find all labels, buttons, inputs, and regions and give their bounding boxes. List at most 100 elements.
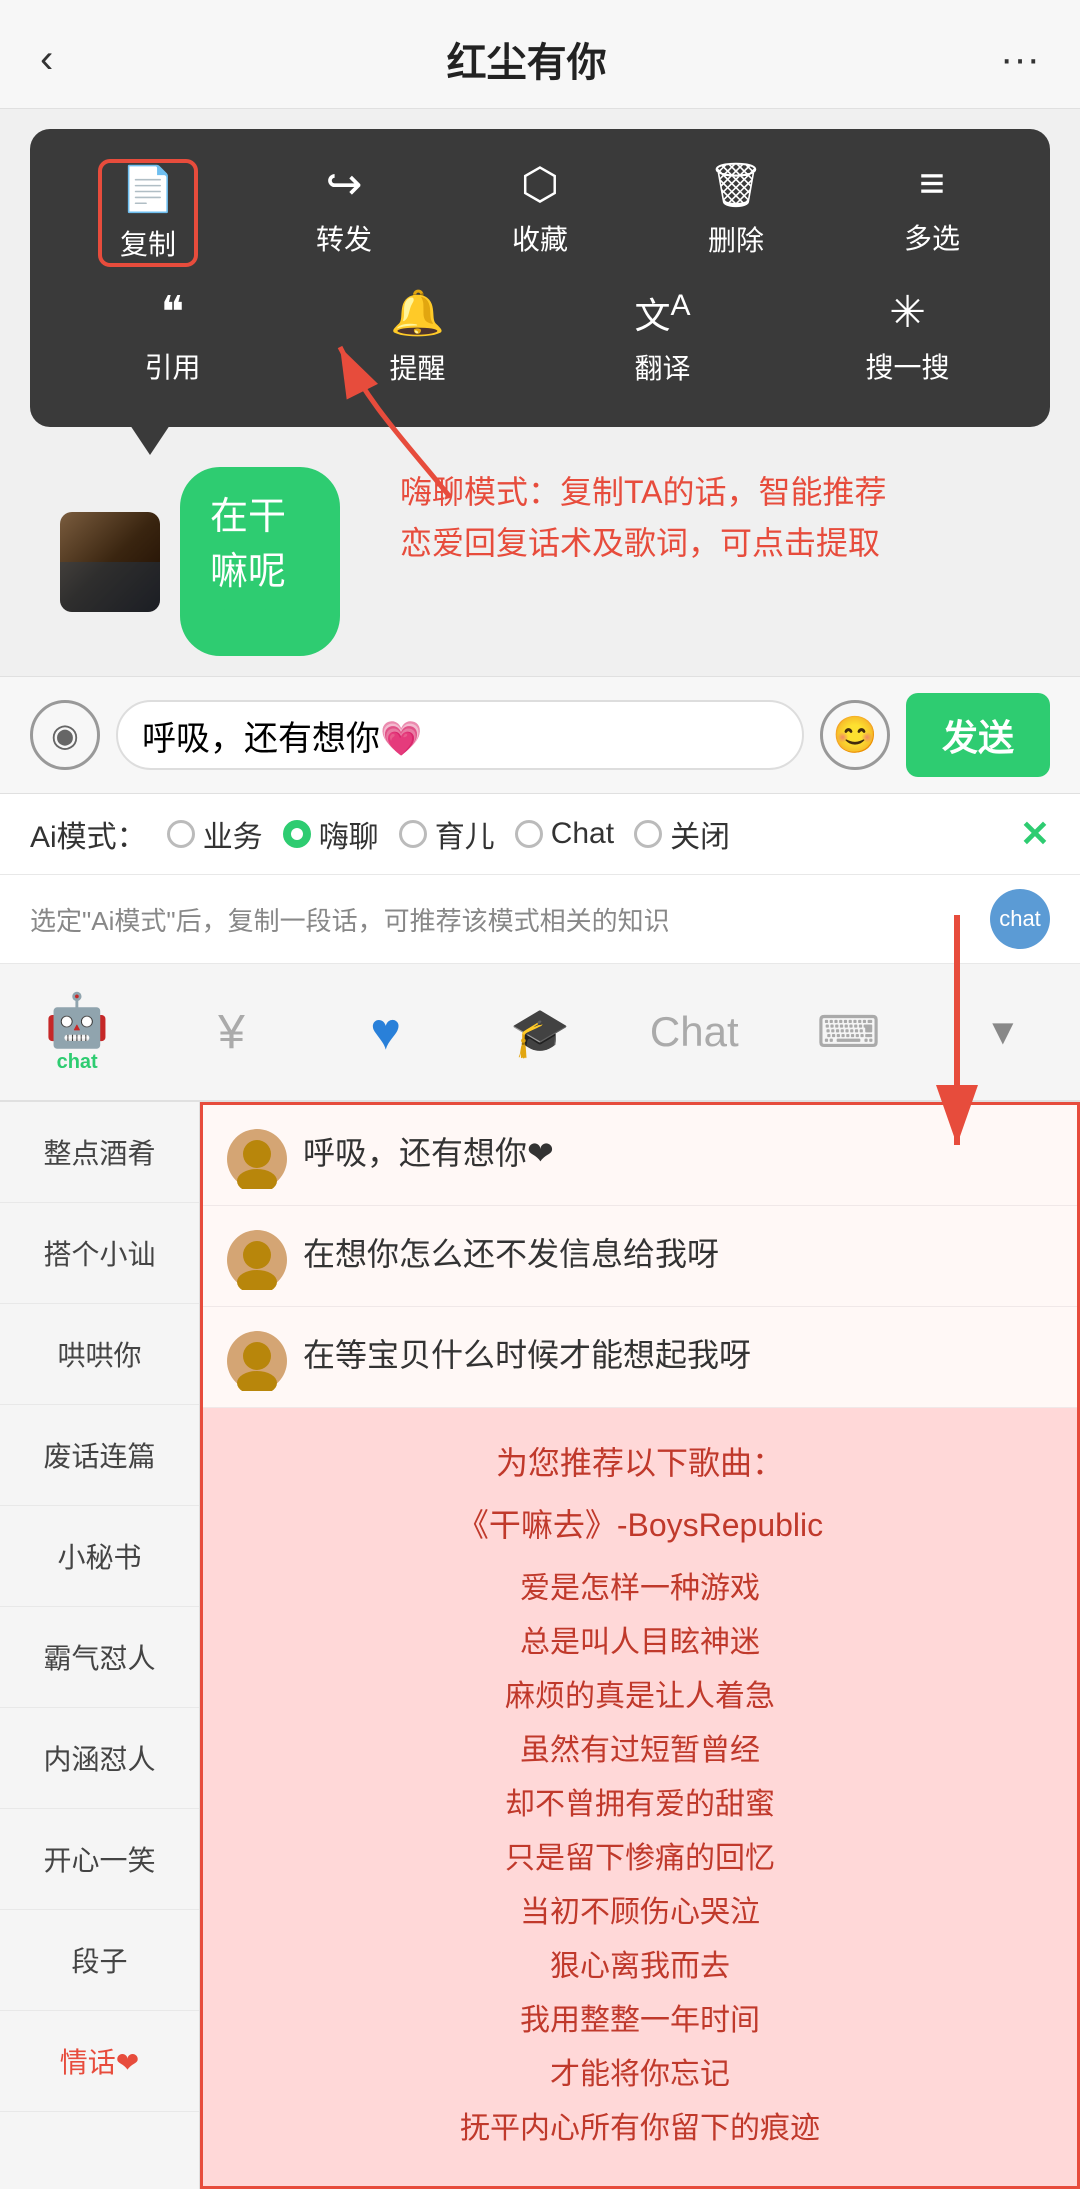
sidebar-item-3[interactable]: 废话连篇: [0, 1405, 199, 1506]
toolbar-robot[interactable]: 🤖 chat: [0, 980, 154, 1084]
lyric-5: 只是留下惨痛的回忆: [233, 1832, 1047, 1886]
lyric-2: 麻烦的真是让人着急: [233, 1670, 1047, 1724]
online-dot-2: [261, 608, 281, 628]
toolbar-dropdown[interactable]: ▼: [926, 1001, 1080, 1063]
radio-close[interactable]: 关闭: [634, 812, 730, 856]
info-chat-icon[interactable]: chat: [990, 889, 1050, 949]
emoji-button[interactable]: 😊: [820, 700, 890, 770]
radio-label-chat: Chat: [551, 817, 614, 851]
collect-label: 收藏: [512, 218, 568, 258]
toolbar-chat-text[interactable]: Chat: [617, 998, 771, 1066]
radio-circle-yewu: [167, 820, 195, 848]
sidebar-item-0[interactable]: 整点酒肴: [0, 1102, 199, 1203]
toolbar: 🤖 chat ¥ ♥ 🎓 Chat ⌨ ▼: [0, 964, 1080, 1102]
collect-menu-item[interactable]: ⬡ 收藏: [490, 159, 590, 267]
copy-icon: 📄: [121, 163, 176, 215]
radio-yewu[interactable]: 业务: [167, 812, 263, 856]
collect-icon: ⬡: [521, 159, 559, 210]
annotation-text: 嗨聊模式：复制TA的话，智能推荐 恋爱回复话术及歌词，可点击提取: [400, 467, 1060, 569]
response-avatar-1: [227, 1230, 287, 1290]
sidebar-item-1[interactable]: 搭个小讪: [0, 1203, 199, 1304]
info-bar: 选定"Ai模式"后，复制一段话，可推荐该模式相关的知识 chat: [0, 875, 1080, 964]
radio-label-close: 关闭: [670, 812, 730, 856]
chat-area: 在干嘛呢: [30, 447, 370, 676]
search-menu-item[interactable]: ✳ 搜一搜: [858, 287, 958, 387]
lyric-6: 当初不顾伤心哭泣: [233, 1886, 1047, 1940]
send-button[interactable]: 发送: [906, 693, 1050, 777]
voice-icon: ◉: [51, 716, 79, 754]
ai-close-button[interactable]: ✕: [1020, 813, 1050, 855]
voice-button[interactable]: ◉: [30, 700, 100, 770]
toolbar-graduate[interactable]: 🎓: [463, 994, 617, 1071]
header: ‹ 红尘有你 ···: [0, 0, 1080, 109]
response-item-0[interactable]: 呼吸，还有想你❤: [203, 1105, 1077, 1206]
toolbar-money[interactable]: ¥: [154, 995, 308, 1070]
search-label: 搜一搜: [865, 346, 949, 386]
copy-label: 复制: [120, 223, 176, 263]
lyric-9: 才能将你忘记: [233, 2048, 1047, 2102]
sidebar-item-6[interactable]: 内涵怼人: [0, 1708, 199, 1809]
response-item-1[interactable]: 在想你怎么还不发信息给我呀: [203, 1206, 1077, 1307]
main-content: 整点酒肴 搭个小讪 哄哄你 废话连篇 小秘书 霸气怼人 内涵怼人 开心一笑 段子…: [0, 1102, 1080, 2189]
input-area: ◉ 😊 发送: [0, 676, 1080, 794]
sidebar-item-7[interactable]: 开心一笑: [0, 1809, 199, 1910]
sidebar-item-2[interactable]: 哄哄你: [0, 1304, 199, 1405]
song-intro: 为您推荐以下歌曲：: [233, 1438, 1047, 1484]
sidebar: 整点酒肴 搭个小讪 哄哄你 废话连篇 小秘书 霸气怼人 内涵怼人 开心一笑 段子…: [0, 1102, 200, 2189]
radio-chat[interactable]: Chat: [515, 817, 614, 851]
quote-label: 引用: [144, 346, 200, 386]
chat-icon-label: chat: [999, 906, 1041, 932]
dropdown-icon: ▼: [985, 1011, 1021, 1053]
copy-menu-item[interactable]: 📄 复制: [98, 159, 198, 267]
translate-label: 翻译: [634, 347, 690, 387]
lyric-3: 虽然有过短暂曾经: [233, 1724, 1047, 1778]
ai-mode-bar: Ai模式： 业务 嗨聊 育儿 Chat 关闭 ✕: [0, 794, 1080, 875]
ai-mode-label: Ai模式：: [30, 812, 147, 856]
translate-menu-item[interactable]: 文A 翻译: [613, 287, 713, 387]
response-item-2[interactable]: 在等宝贝什么时候才能想起我呀: [203, 1307, 1077, 1408]
toolbar-keyboard[interactable]: ⌨: [771, 997, 925, 1068]
remind-label: 提醒: [389, 347, 445, 387]
delete-icon: 🗑: [708, 159, 764, 211]
response-text-1: 在想你怎么还不发信息给我呀: [303, 1230, 1053, 1278]
forward-icon: ↪: [326, 159, 363, 210]
context-menu: 📄 复制 ↪ 转发 ⬡ 收藏 🗑 删除 ≡ 多选 ❝ 引用 🔔 提醒 文A: [30, 129, 1050, 427]
toolbar-heart[interactable]: ♥: [309, 992, 463, 1072]
multiselect-menu-item[interactable]: ≡ 多选: [882, 159, 982, 267]
response-text-0: 呼吸，还有想你❤: [303, 1129, 1053, 1177]
sidebar-item-4[interactable]: 小秘书: [0, 1506, 199, 1607]
radio-label-yuer: 育儿: [435, 812, 495, 856]
radio-yuer[interactable]: 育儿: [399, 812, 495, 856]
lyric-8: 我用整整一年时间: [233, 1994, 1047, 2048]
response-text-2: 在等宝贝什么时候才能想起我呀: [303, 1331, 1053, 1379]
quote-menu-item[interactable]: ❝ 引用: [123, 287, 223, 387]
sidebar-item-5[interactable]: 霸气怼人: [0, 1607, 199, 1708]
multiselect-label: 多选: [904, 217, 960, 257]
sidebar-item-9[interactable]: 情话❤: [0, 2011, 199, 2112]
radio-circle-yuer: [399, 820, 427, 848]
more-button[interactable]: ···: [1000, 37, 1040, 82]
radio-label-haijiao: 嗨聊: [319, 812, 379, 856]
message-input[interactable]: [116, 700, 804, 770]
lyric-10: 抚平内心所有你留下的痕迹: [233, 2102, 1047, 2156]
song-name: 《干嘛去》-BoysRepublic: [233, 1500, 1047, 1546]
forward-label: 转发: [316, 218, 372, 258]
keyboard-icon: ⌨: [817, 1007, 881, 1058]
chat-avatar: [60, 512, 160, 612]
response-avatar-0: [227, 1129, 287, 1189]
online-dot: [220, 608, 240, 628]
delete-menu-item[interactable]: 🗑 删除: [686, 159, 786, 267]
radio-haijiao[interactable]: 嗨聊: [283, 812, 379, 856]
emoji-icon: 😊: [833, 714, 878, 756]
delete-label: 删除: [708, 219, 764, 259]
robot-icon: 🤖: [45, 990, 110, 1051]
forward-menu-item[interactable]: ↪ 转发: [294, 159, 394, 267]
chat-bubble: 在干嘛呢: [180, 467, 340, 656]
back-button[interactable]: ‹: [40, 37, 53, 82]
context-menu-row-1: 📄 复制 ↪ 转发 ⬡ 收藏 🗑 删除 ≡ 多选: [50, 159, 1030, 267]
sidebar-item-8[interactable]: 段子: [0, 1910, 199, 2011]
remind-menu-item[interactable]: 🔔 提醒: [368, 287, 468, 387]
radio-circle-close: [634, 820, 662, 848]
chat-bubble-text: 在干嘛呢: [210, 496, 286, 593]
lyric-7: 狠心离我而去: [233, 1940, 1047, 1994]
